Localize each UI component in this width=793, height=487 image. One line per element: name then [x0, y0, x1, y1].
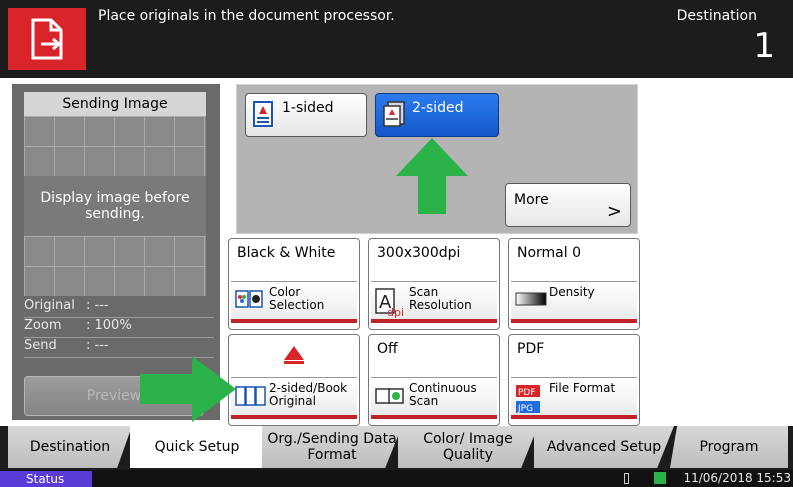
header-bar: Place originals in the document processo… — [0, 0, 793, 78]
document-exit-icon — [8, 8, 86, 70]
tile-value: 300x300dpi — [377, 245, 461, 261]
warning-triangle-icon — [284, 346, 304, 364]
date-time: 11/06/2018 15:53 — [683, 471, 791, 485]
tab-color-image[interactable]: Color/ Image Quality — [398, 426, 538, 468]
preview-title: Sending Image — [24, 92, 206, 116]
tile-value: Off — [377, 341, 398, 357]
chevron-right-icon: > — [606, 201, 622, 222]
info-value: : --- — [86, 298, 109, 313]
tile-subbutton[interactable]: Continuous Scan — [371, 377, 497, 415]
up-arrow-icon — [396, 138, 468, 214]
tab-org-sending[interactable]: Org./Sending Data Format — [262, 426, 402, 468]
tile-value: Normal 0 — [517, 245, 582, 261]
density-tile[interactable]: Normal 0 Density — [508, 238, 640, 330]
tab-quick-setup[interactable]: Quick Setup — [130, 426, 264, 468]
tile-bar — [371, 319, 497, 323]
tile-bar — [231, 319, 357, 323]
tile-subbutton[interactable]: 2-sided/Book Original — [231, 377, 357, 415]
tile-label: Color Selection — [269, 285, 325, 312]
one-sided-label: 1-sided — [282, 100, 334, 116]
tile-value: PDF — [517, 341, 545, 357]
two-sided-button[interactable]: 2-sided — [375, 93, 499, 137]
info-key: Send — [24, 338, 57, 353]
continuous-scan-icon — [375, 388, 404, 404]
instruction-message: Place originals in the document processo… — [98, 8, 395, 24]
status-bar: Status 11/06/2018 15:53 — [0, 470, 793, 487]
tile-subbutton[interactable]: Color Selection — [231, 281, 357, 319]
right-arrow-icon — [140, 356, 236, 422]
two-sided-doc-icon — [383, 101, 405, 127]
tile-label: 2-sided/Book Original — [269, 381, 348, 408]
tile-bar — [511, 319, 637, 323]
more-label: More — [514, 192, 549, 208]
info-value: : 100% — [86, 318, 132, 333]
svg-text:PDF: PDF — [518, 388, 536, 398]
svg-text:JPG: JPG — [517, 404, 533, 414]
main-area: Sending Image Display image before sendi… — [0, 78, 793, 426]
info-key: Zoom — [24, 318, 62, 333]
scan-resolution-icon: A dpi — [375, 288, 404, 318]
tab-destination[interactable]: Destination — [8, 426, 132, 468]
tile-bar — [371, 415, 497, 419]
tile-label: Scan Resolution — [409, 285, 472, 312]
tile-subbutton[interactable]: PDF JPG File Format — [511, 377, 637, 415]
more-button[interactable]: More > — [505, 183, 631, 227]
tile-bar — [231, 415, 357, 419]
color-selection-tile[interactable]: Black & White Color Selection — [228, 238, 360, 330]
preview-message: Display image before sending. — [24, 176, 206, 236]
one-sided-button[interactable]: 1-sided — [245, 93, 367, 137]
tile-value: Black & White — [237, 245, 336, 261]
tab-advanced-setup[interactable]: Advanced Setup — [534, 426, 674, 468]
info-key: Original — [24, 298, 75, 313]
book-original-tile[interactable]: 2-sided/Book Original — [228, 334, 360, 426]
tile-subbutton[interactable]: A dpi Scan Resolution — [371, 281, 497, 319]
file-format-tile[interactable]: PDF PDF JPG File Format — [508, 334, 640, 426]
info-zoom: Zoom : 100% — [24, 318, 214, 338]
density-icon — [515, 292, 547, 306]
tile-label: Continuous Scan — [409, 381, 477, 408]
tile-label: File Format — [549, 381, 616, 395]
info-value: : --- — [86, 338, 109, 353]
continuous-scan-tile[interactable]: Off Continuous Scan — [368, 334, 500, 426]
usb-icon — [624, 473, 629, 484]
status-button[interactable]: Status — [0, 471, 92, 487]
tab-program[interactable]: Program — [670, 426, 788, 468]
book-original-icon — [235, 386, 266, 406]
destination-count: 1 — [753, 26, 775, 66]
scan-resolution-tile[interactable]: 300x300dpi A dpi Scan Resolution — [368, 238, 500, 330]
two-sided-label: 2-sided — [412, 100, 464, 116]
file-format-icon: PDF JPG — [516, 385, 540, 414]
info-original: Original : --- — [24, 298, 214, 318]
svg-text:dpi: dpi — [387, 306, 404, 318]
tab-bar: Destination Quick Setup Org./Sending Dat… — [0, 426, 793, 470]
destination-label: Destination — [676, 8, 757, 24]
memory-icon — [654, 472, 666, 484]
tile-bar — [511, 415, 637, 419]
color-selection-icon — [235, 290, 263, 308]
one-sided-doc-icon — [253, 101, 273, 127]
tile-subbutton[interactable]: Density — [511, 281, 637, 319]
tile-label: Density — [549, 285, 595, 299]
